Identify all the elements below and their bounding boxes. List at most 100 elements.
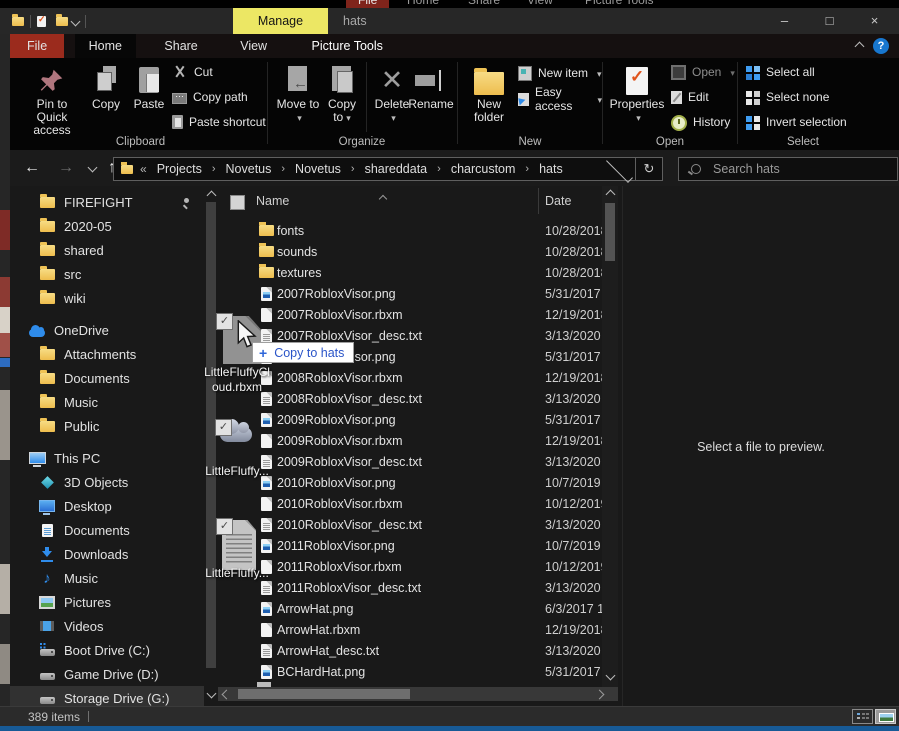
scroll-up-icon[interactable] (606, 190, 616, 200)
back-icon[interactable]: ← (24, 150, 40, 186)
select-all-checkbox[interactable] (230, 195, 245, 210)
select-none-button[interactable]: Select none (746, 87, 829, 107)
table-row[interactable]: sounds 10/28/2018 (218, 241, 602, 262)
sidebar-item[interactable]: Music (10, 390, 204, 414)
paste-button[interactable]: Paste (128, 61, 170, 111)
table-row[interactable]: BCHardHat.png 5/31/2017 7 (218, 661, 602, 682)
breadcrumb-overflow-icon[interactable]: « (140, 162, 147, 176)
sidebar-item[interactable]: Documents (10, 366, 204, 390)
sidebar-item[interactable]: shared (10, 238, 204, 262)
breadcrumb-segment[interactable]: Novetus (224, 162, 274, 176)
scrollbar-thumb[interactable] (238, 689, 410, 699)
qat-new-folder-icon[interactable] (56, 17, 68, 26)
breadcrumb-segment[interactable]: Novetus (293, 162, 343, 176)
table-row[interactable]: 2009RobloxVisor.png 5/31/2017 7 (218, 409, 602, 430)
large-icons-view-button[interactable] (875, 709, 896, 724)
tab-file[interactable]: File (10, 34, 64, 58)
copy-to-button[interactable]: Copy to (322, 61, 362, 125)
open-button[interactable]: Open (671, 62, 735, 82)
sidebar-item[interactable]: wiki (10, 286, 204, 310)
details-view-button[interactable] (852, 709, 873, 724)
copy-path-button[interactable]: Copy path (172, 87, 248, 107)
scroll-left-icon[interactable] (222, 690, 232, 700)
select-all-button[interactable]: Select all (746, 62, 815, 82)
edit-button[interactable]: Edit (671, 87, 709, 107)
column-divider[interactable] (538, 188, 539, 214)
copy-button[interactable]: Copy (86, 61, 126, 111)
breadcrumb-chevron-icon[interactable]: › (343, 163, 363, 175)
sidebar-scrollbar[interactable] (204, 186, 218, 706)
easy-access-button[interactable]: Easy access (518, 89, 602, 109)
column-header-name[interactable]: Name (256, 194, 289, 208)
scroll-down-icon[interactable] (606, 671, 616, 681)
scroll-right-icon[interactable] (595, 690, 605, 700)
new-folder-button[interactable]: New folder (466, 61, 512, 124)
sidebar-item[interactable]: Game Drive (D:) (10, 662, 204, 686)
scroll-up-icon[interactable] (207, 191, 217, 201)
qat-properties-icon[interactable] (37, 16, 46, 27)
sidebar-item[interactable]: Public (10, 414, 204, 438)
move-to-button[interactable]: Move to (276, 61, 320, 125)
sidebar-item[interactable]: src (10, 262, 204, 286)
breadcrumb-segment[interactable]: Projects (155, 162, 204, 176)
table-row[interactable]: 2010RobloxVisor_desc.txt 3/13/2020 8 (218, 514, 602, 535)
file-list-vertical-scrollbar[interactable] (602, 186, 618, 687)
table-row[interactable]: fonts 10/28/2018 (218, 220, 602, 241)
table-row[interactable]: 2011RobloxVisor_desc.txt 3/13/2020 8 (218, 577, 602, 598)
tab-picture-tools[interactable]: Picture Tools (298, 34, 397, 58)
table-row[interactable]: ArrowHat.rbxm 12/19/2018 (218, 619, 602, 640)
minimize-button[interactable]: – (762, 8, 807, 34)
cut-button[interactable]: Cut (172, 62, 213, 82)
close-button[interactable]: × (852, 8, 897, 34)
tab-share[interactable]: Share (150, 34, 211, 58)
invert-selection-button[interactable]: Invert selection (746, 112, 847, 132)
breadcrumb-segment[interactable]: hats (537, 162, 565, 176)
sidebar-item[interactable]: FIREFIGHT (10, 190, 204, 214)
table-row[interactable]: ArrowHat_desc.txt 3/13/2020 8 (218, 640, 602, 661)
paste-shortcut-button[interactable]: Paste shortcut (172, 112, 266, 132)
sidebar-item[interactable]: Desktop (10, 494, 204, 518)
tab-view[interactable]: View (226, 34, 281, 58)
breadcrumb-segment[interactable]: charcustom (449, 162, 518, 176)
address-dropdown-icon[interactable] (606, 156, 633, 183)
column-header-date[interactable]: Date (545, 194, 571, 208)
manage-contextual-tab[interactable]: Manage (233, 8, 328, 34)
new-item-button[interactable]: New item (518, 63, 602, 83)
file-list-horizontal-scrollbar[interactable] (218, 687, 618, 701)
scroll-down-icon[interactable] (207, 689, 217, 699)
table-row[interactable]: textures 10/28/2018 (218, 262, 602, 283)
tab-home[interactable]: Home (75, 34, 136, 58)
sidebar-item[interactable]: 3D Objects (10, 470, 204, 494)
sidebar-item[interactable]: This PC (10, 446, 204, 470)
recent-locations-icon[interactable] (88, 163, 98, 173)
breadcrumb-chevron-icon[interactable]: › (517, 163, 537, 175)
help-icon[interactable]: ? (873, 38, 889, 54)
pin-to-quick-access-button[interactable]: Pin to Quick access (20, 61, 84, 137)
sidebar-item[interactable]: Storage Drive (G:) (10, 686, 204, 706)
maximize-button[interactable]: □ (807, 8, 852, 34)
sidebar-item[interactable]: Boot Drive (C:) (10, 638, 204, 662)
sidebar-item[interactable]: Documents (10, 518, 204, 542)
refresh-icon[interactable]: ↻ (636, 161, 662, 177)
search-box[interactable] (678, 157, 898, 181)
sidebar-item[interactable]: Attachments (10, 342, 204, 366)
scrollbar-thumb[interactable] (605, 203, 615, 261)
rename-button[interactable]: Rename (406, 61, 456, 111)
forward-icon[interactable]: → (58, 150, 74, 186)
sidebar-item[interactable]: Pictures (10, 590, 204, 614)
breadcrumb-chevron-icon[interactable]: › (429, 163, 449, 175)
table-row[interactable]: 2009RobloxVisor.rbxm 12/19/2018 (218, 430, 602, 451)
qat-dropdown-icon[interactable] (71, 16, 81, 26)
breadcrumb-chevron-icon[interactable]: › (273, 163, 293, 175)
table-row[interactable]: 2011RobloxVisor.png 10/7/2019 3 (218, 535, 602, 556)
table-row[interactable]: 2007RobloxVisor.png 5/31/2017 7 (218, 283, 602, 304)
sidebar-item[interactable]: 2020-05 (10, 214, 204, 238)
properties-button[interactable]: Properties (609, 61, 665, 125)
collapse-ribbon-icon[interactable] (855, 42, 865, 52)
sidebar-item[interactable]: Downloads (10, 542, 204, 566)
qat-folder-icon[interactable] (12, 17, 24, 26)
table-row[interactable]: 2010RobloxVisor.rbxm 10/12/2019 (218, 493, 602, 514)
search-input[interactable] (711, 161, 875, 177)
breadcrumb-chevron-icon[interactable]: › (204, 163, 224, 175)
sidebar-item[interactable]: Videos (10, 614, 204, 638)
